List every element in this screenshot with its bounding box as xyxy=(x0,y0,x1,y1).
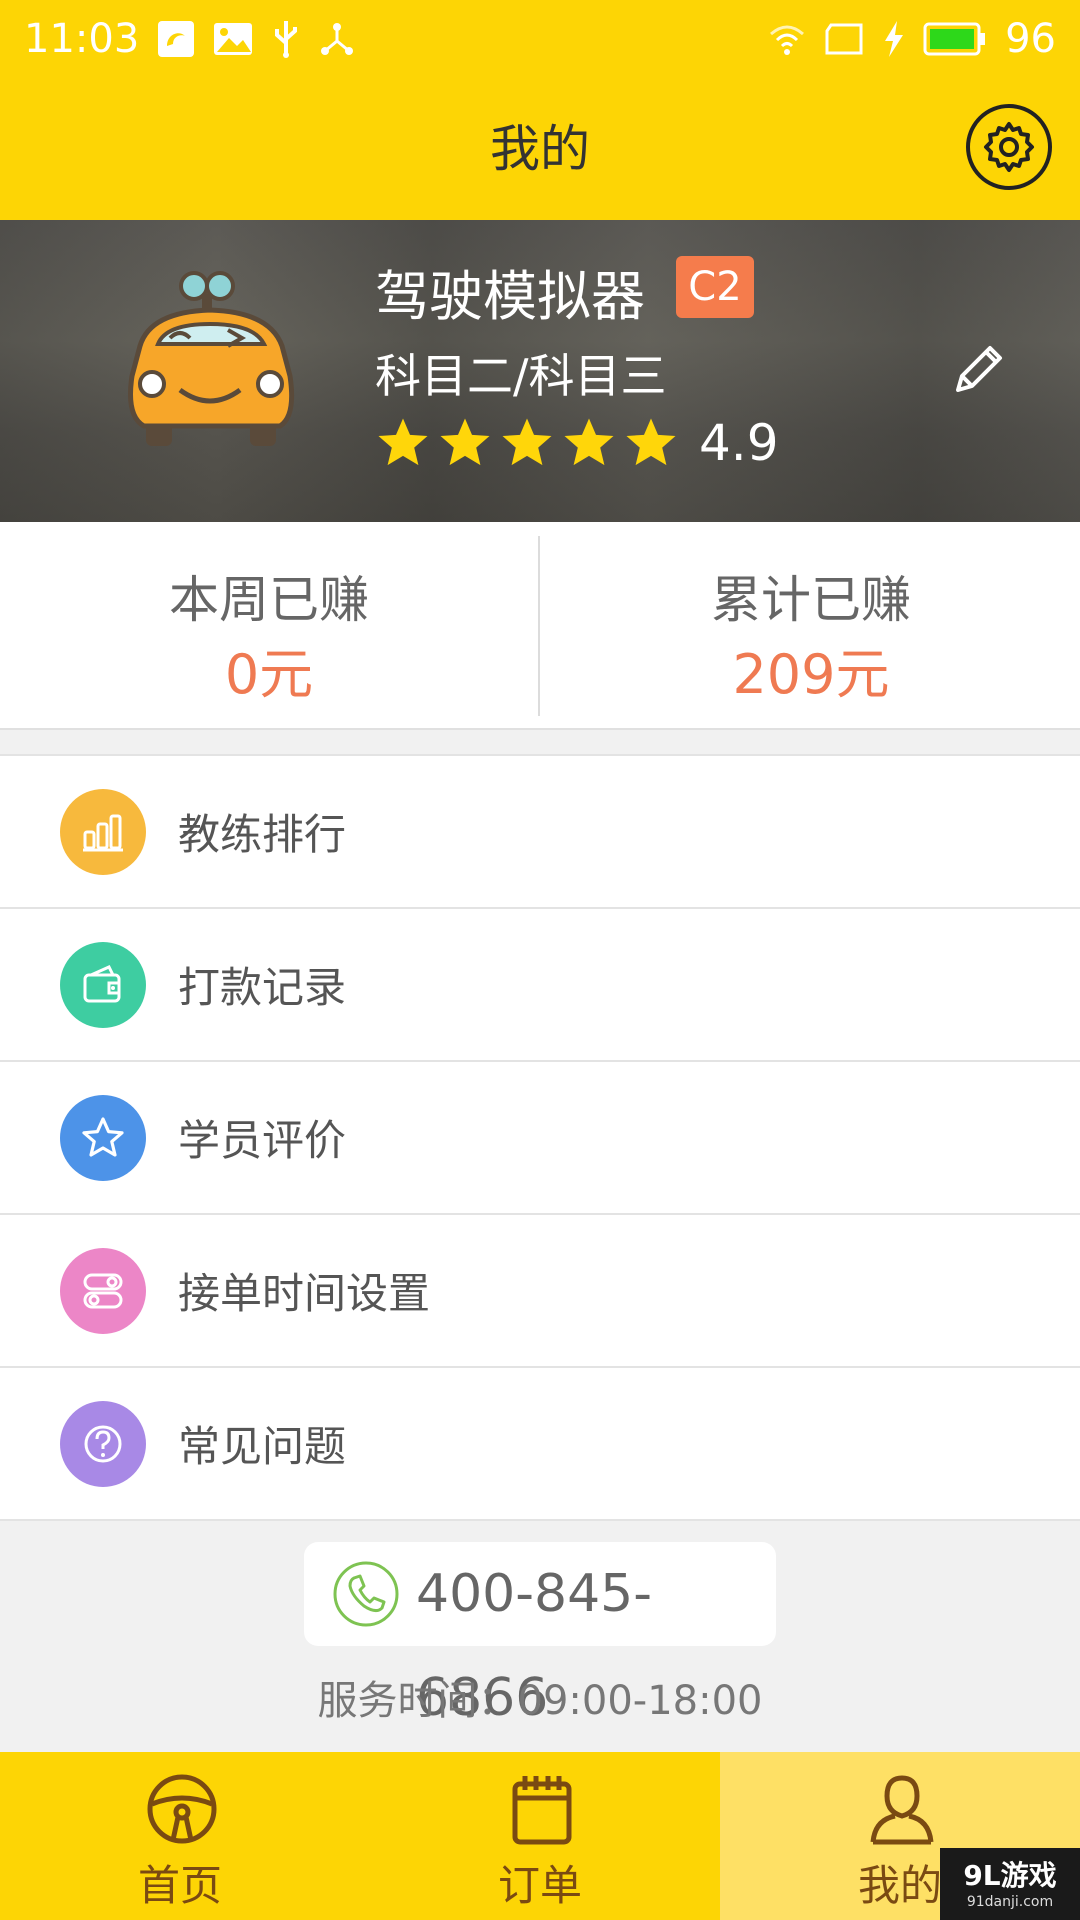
hotline-number: 400-845-6866 xyxy=(416,1564,653,1728)
rating-row: 4.9 xyxy=(375,414,779,472)
license-badge: C2 xyxy=(676,256,754,318)
watermark-sub: 91danji.com xyxy=(966,1894,1054,1910)
star-icon xyxy=(60,1095,146,1181)
menu-label: 学员评价 xyxy=(178,1116,347,1165)
weekly-earnings-value: 0元 xyxy=(224,643,314,706)
total-earnings-label: 累计已赚 xyxy=(711,571,911,629)
bottom-nav: 首页 订单 我的 xyxy=(0,1752,1080,1920)
gear-icon xyxy=(984,122,1034,172)
settings-button[interactable] xyxy=(966,104,1052,190)
menu-item-coach-ranking[interactable]: 教练排行 xyxy=(0,756,1080,909)
menu-label: 打款记录 xyxy=(178,963,347,1012)
rating-value: 4.9 xyxy=(699,414,779,472)
uc-browser-icon xyxy=(157,20,195,58)
service-hours: 服务时间：09:00-18:00 xyxy=(317,1678,763,1724)
call-hotline-button[interactable]: 400-845-6866 xyxy=(304,1542,776,1728)
avatar[interactable] xyxy=(110,266,310,466)
battery-icon xyxy=(923,22,987,56)
total-earnings: 累计已赚 209元 xyxy=(542,522,1080,730)
nav-label: 订单 xyxy=(497,1861,582,1910)
nav-label: 首页 xyxy=(137,1861,222,1910)
star-icon xyxy=(564,418,614,466)
profile-subjects: 科目二/科目三 xyxy=(375,349,667,403)
total-earnings-value: 209元 xyxy=(732,643,890,706)
menu-label: 常见问题 xyxy=(178,1422,347,1471)
charging-icon xyxy=(883,21,905,57)
profile-banner: 驾驶模拟器 C2 科目二/科目三 4.9 xyxy=(0,220,1080,522)
app-bar: 我的 xyxy=(0,78,1080,220)
site-watermark: 9L游戏 91danji.com xyxy=(940,1848,1080,1920)
earnings-divider xyxy=(538,536,540,716)
wifi-icon xyxy=(767,22,807,56)
ranking-bars-icon xyxy=(60,789,146,875)
menu-item-payment-records[interactable]: 打款记录 xyxy=(0,909,1080,1062)
share-icon xyxy=(319,21,355,57)
person-icon xyxy=(870,1775,934,1845)
page-title: 我的 xyxy=(490,120,590,178)
steering-wheel-icon xyxy=(147,1774,217,1844)
watermark-main: 9L游戏 xyxy=(963,1859,1057,1892)
profile-name: 驾驶模拟器 xyxy=(375,265,645,328)
nav-tab-orders[interactable]: 订单 xyxy=(360,1752,720,1920)
menu-item-order-time-settings[interactable]: 接单时间设置 xyxy=(0,1215,1080,1368)
weekly-earnings: 本周已赚 0元 xyxy=(0,522,538,730)
star-icon xyxy=(502,418,552,466)
calendar-icon xyxy=(512,1776,572,1845)
battery-level: 96 xyxy=(1005,16,1056,62)
status-bar: 11:03 96 xyxy=(0,0,1080,78)
car-mascot-icon xyxy=(128,271,295,446)
earnings-panel: 本周已赚 0元 累计已赚 209元 xyxy=(0,522,1080,730)
star-icon xyxy=(378,418,428,466)
usb-icon xyxy=(271,19,301,59)
image-icon xyxy=(213,22,253,56)
menu-label: 教练排行 xyxy=(178,810,347,859)
menu-list: 教练排行 打款记录 学员评价 接单时间设置 常见问题 xyxy=(0,754,1080,1521)
question-icon xyxy=(60,1401,146,1487)
nav-tab-home[interactable]: 首页 xyxy=(0,1752,360,1920)
pencil-icon xyxy=(956,346,1002,392)
menu-label: 接单时间设置 xyxy=(178,1269,431,1318)
weekly-earnings-label: 本周已赚 xyxy=(169,571,369,629)
status-time: 11:03 xyxy=(24,16,140,62)
menu-item-faq[interactable]: 常见问题 xyxy=(0,1368,1080,1521)
screen-icon xyxy=(825,23,865,55)
wallet-icon xyxy=(60,942,146,1028)
edit-profile-button[interactable] xyxy=(946,338,1010,402)
toggle-icon xyxy=(60,1248,146,1334)
menu-item-student-reviews[interactable]: 学员评价 xyxy=(0,1062,1080,1215)
star-icon xyxy=(626,418,676,466)
phone-icon xyxy=(333,1561,399,1627)
star-icon xyxy=(440,418,490,466)
